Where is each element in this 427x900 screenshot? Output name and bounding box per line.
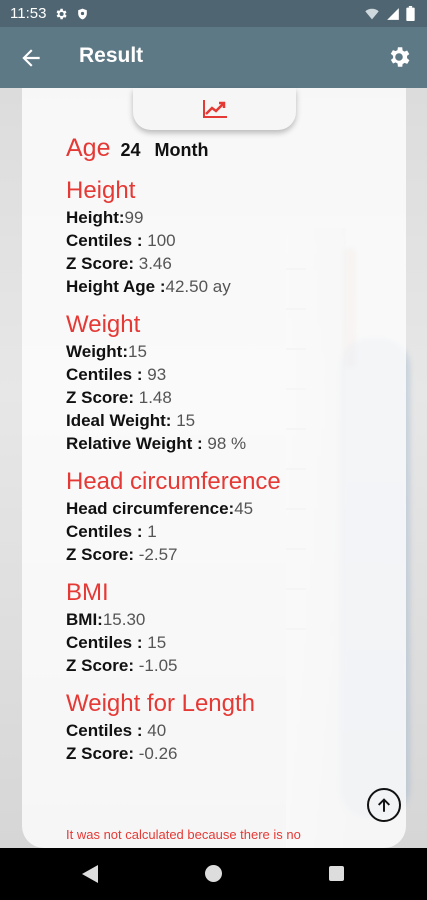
result-label: Relative Weight :: [66, 434, 208, 453]
result-value: 42.50 ay: [165, 277, 231, 296]
result-value: 45: [234, 499, 254, 518]
section-head-circumference: Head circumference Head circumference:45…: [66, 467, 396, 566]
nav-home-button[interactable]: [205, 865, 222, 882]
result-value: 98 %: [207, 434, 247, 453]
result-value: -2.57: [138, 545, 178, 564]
page-title: Result: [79, 44, 144, 67]
section-bmi: BMI BMI:15.30 Centiles : 15 Z Score: -1.…: [66, 578, 396, 677]
result-label: Height:: [66, 208, 125, 227]
result-label: Centiles :: [66, 365, 148, 384]
result-value: 100: [147, 231, 176, 250]
result-line: Centiles : 15: [66, 631, 396, 654]
result-label: Z Score:: [66, 388, 139, 407]
result-value: -0.26: [138, 744, 178, 763]
result-label: Z Score:: [66, 254, 139, 273]
result-line: Centiles : 40: [66, 719, 396, 742]
result-line: Weight:15: [66, 340, 396, 363]
result-line: Centiles : 100: [66, 229, 396, 252]
age-label: Age: [66, 134, 111, 162]
result-value: 93: [147, 365, 167, 384]
result-label: Centiles :: [66, 721, 148, 740]
result-line: BMI:15.30: [66, 608, 396, 631]
result-line: Z Score: 3.46: [66, 252, 396, 275]
result-line: Ideal Weight: 15: [66, 409, 396, 432]
section-height: Height Height:99 Centiles : 100 Z Score:…: [66, 176, 396, 298]
result-line: Z Score: 1.48: [66, 386, 396, 409]
section-title: BMI: [66, 579, 109, 606]
section-weight-for-length: Weight for Length Centiles : 40 Z Score:…: [66, 689, 396, 765]
result-line: Centiles : 1: [66, 520, 396, 543]
shield-icon: [76, 7, 89, 21]
status-time: 11:53: [10, 5, 47, 22]
result-label: Centiles :: [66, 231, 148, 250]
result-content: Age 24 Month Height Height:99 Centiles :…: [66, 134, 396, 765]
result-label: Z Score:: [66, 656, 139, 675]
settings-button[interactable]: [386, 44, 412, 70]
result-line: Z Score: -1.05: [66, 654, 396, 677]
back-button[interactable]: [18, 45, 44, 71]
gear-icon: [390, 47, 410, 67]
section-title: Head circumference: [66, 468, 281, 495]
result-line: Head circumference:45: [66, 497, 396, 520]
status-indicators: [364, 6, 415, 26]
result-line: Height:99: [66, 206, 396, 229]
result-value: 15.30: [102, 610, 146, 629]
section-title: Weight: [66, 311, 141, 338]
result-label: BMI:: [66, 610, 103, 629]
nav-recents-button[interactable]: [329, 866, 344, 881]
result-line: Z Score: -0.26: [66, 742, 396, 765]
app-bar: Result: [0, 27, 427, 88]
calculation-note: It was not calculated because there is n…: [66, 827, 301, 842]
result-value: 99: [124, 208, 144, 227]
result-line: Centiles : 93: [66, 363, 396, 386]
result-value: 3.46: [138, 254, 172, 273]
gear-icon: [54, 7, 68, 21]
result-value: 40: [147, 721, 167, 740]
battery-icon: [406, 6, 415, 26]
result-label: Z Score:: [66, 545, 139, 564]
nav-back-button[interactable]: [82, 865, 98, 888]
wifi-icon: [364, 7, 380, 26]
result-label: Centiles :: [66, 633, 148, 652]
result-value: 1.48: [138, 388, 172, 407]
result-line: Z Score: -2.57: [66, 543, 396, 566]
age-unit: Month: [154, 140, 209, 160]
result-value: -1.05: [138, 656, 178, 675]
result-label: Weight:: [66, 342, 129, 361]
arrow-back-icon: [22, 49, 40, 67]
result-value: 15: [147, 633, 167, 652]
result-value: 15: [176, 411, 196, 430]
result-label: Ideal Weight:: [66, 411, 177, 430]
arrow-up-icon: [378, 798, 390, 812]
age-row: Age 24 Month: [66, 134, 396, 164]
trending-up-icon: [202, 100, 227, 118]
chart-tab-button[interactable]: [133, 88, 296, 130]
result-line: Height Age :42.50 ay: [66, 275, 396, 298]
section-title: Weight for Length: [66, 690, 256, 717]
result-label: Centiles :: [66, 522, 148, 541]
result-line: Relative Weight : 98 %: [66, 432, 396, 455]
result-label: Z Score:: [66, 744, 139, 763]
scroll-top-button[interactable]: [367, 788, 401, 822]
signal-icon: [386, 7, 400, 26]
system-nav-bar: [0, 848, 427, 900]
result-value: 15: [128, 342, 147, 361]
triangle-back-icon: [82, 865, 98, 883]
result-value: 1: [147, 522, 157, 541]
status-bar: 11:53: [0, 0, 427, 27]
section-title: Height: [66, 177, 136, 204]
section-weight: Weight Weight:15 Centiles : 93 Z Score: …: [66, 310, 396, 455]
result-label: Head circumference:: [66, 499, 235, 518]
result-label: Height Age :: [66, 277, 166, 296]
age-value: 24: [120, 140, 141, 160]
